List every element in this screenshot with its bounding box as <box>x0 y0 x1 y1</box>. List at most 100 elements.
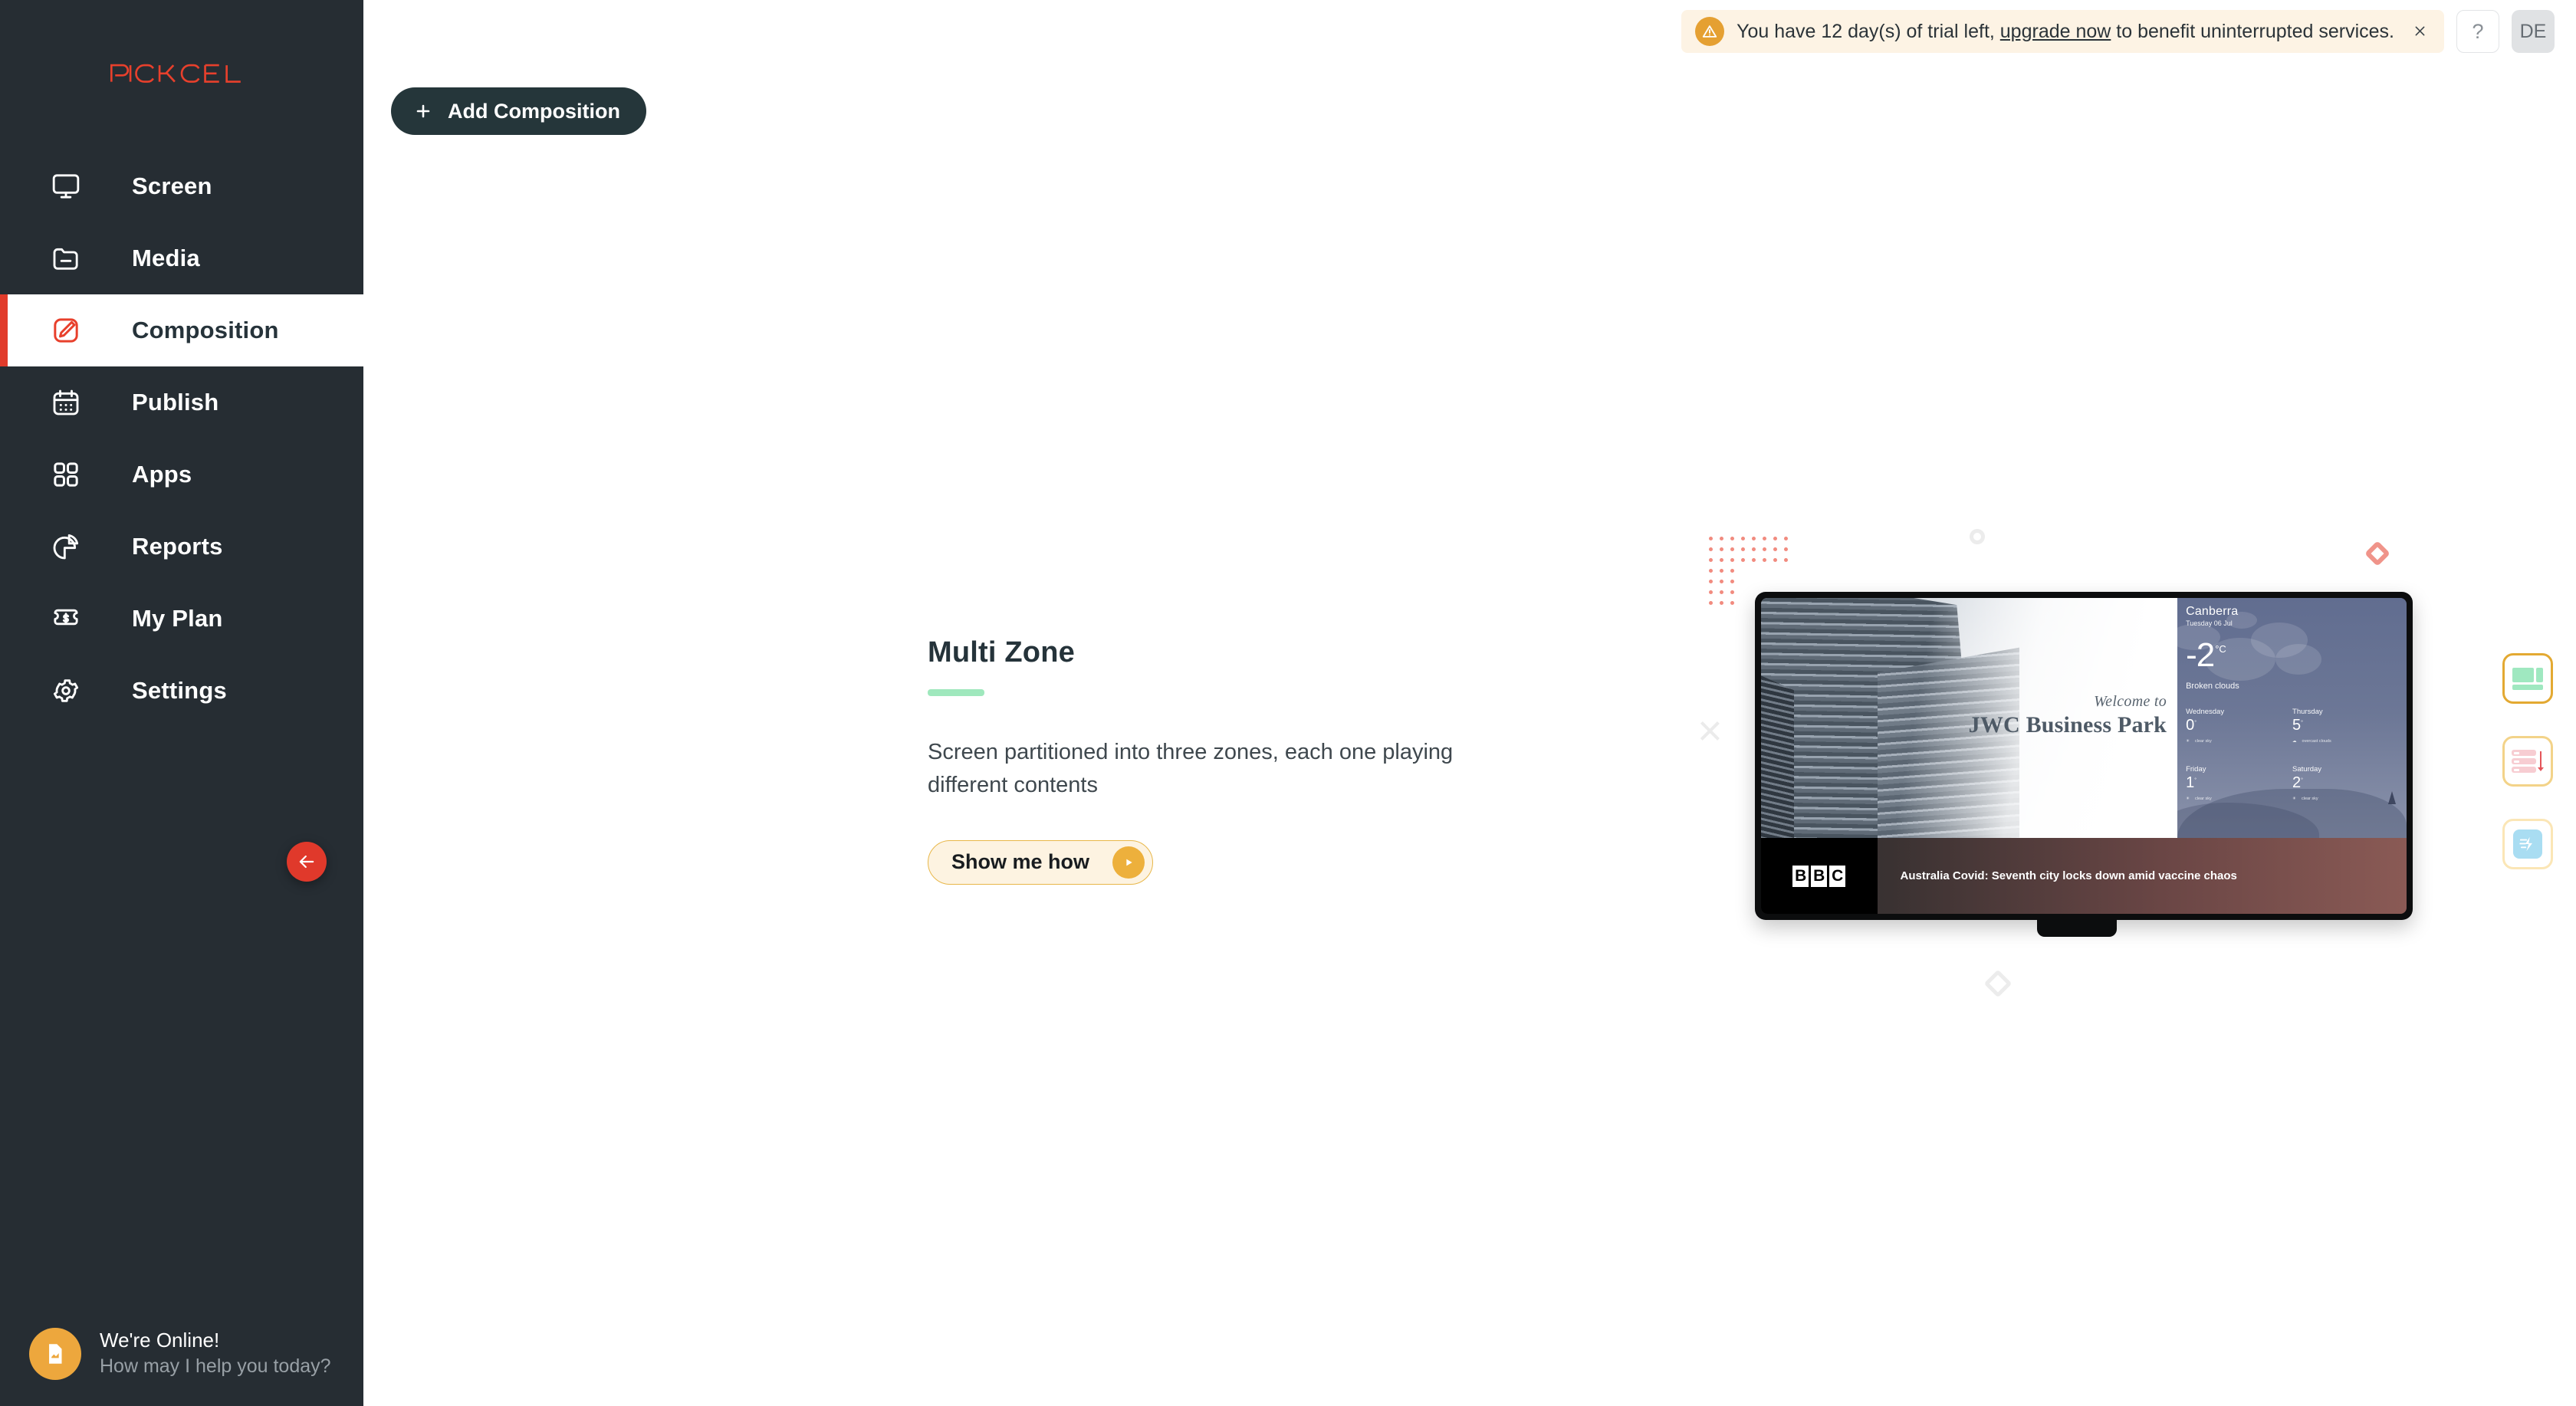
quick-publish-icon-button[interactable] <box>2502 819 2553 869</box>
avatar[interactable]: DE <box>2512 10 2555 53</box>
weather-current-temp: -2 °C <box>2186 636 2399 674</box>
add-composition-button[interactable]: Add Composition <box>391 87 646 135</box>
warning-triangle-icon <box>1695 17 1725 46</box>
edit-pencil-icon <box>44 309 87 352</box>
play-icon <box>1112 846 1145 879</box>
playlist-icon <box>2512 748 2544 774</box>
venue-name: JWC Business Park <box>1968 711 2167 737</box>
plus-icon <box>416 104 430 118</box>
sidebar-item-label: Settings <box>132 677 227 704</box>
sun-icon: ☀ <box>2186 797 2190 802</box>
weather-city: Canberra <box>2186 605 2239 618</box>
sidebar-item-label: My Plan <box>132 605 223 632</box>
welcome-text-block: Welcome to JWC Business Park <box>1969 693 2167 738</box>
pie-chart-icon <box>44 525 87 568</box>
show-me-how-label: Show me how <box>951 850 1090 874</box>
sidebar-collapse-button[interactable] <box>287 842 327 882</box>
welcome-line: Welcome to <box>2094 692 2167 710</box>
playlist-icon-button[interactable] <box>2502 736 2553 787</box>
weather-temperature: -2 <box>2186 636 2215 674</box>
chat-document-icon <box>29 1327 81 1380</box>
chat-widget[interactable]: We're Online! How may I help you today? <box>0 1327 363 1380</box>
forecast-temp: 2° <box>2292 774 2303 792</box>
pickcel-logo-icon <box>110 64 241 83</box>
forecast-desc: ☀ clear sky <box>2186 797 2212 802</box>
forecast-day: Friday <box>2186 765 2206 774</box>
chat-title: We're Online! <box>100 1329 220 1352</box>
show-me-how-button[interactable]: Show me how <box>928 839 1154 885</box>
sidebar-item-settings[interactable]: Settings <box>0 655 363 727</box>
sidebar-item-apps[interactable]: Apps <box>0 439 363 511</box>
decor-x-mark: × <box>1697 706 1723 754</box>
gear-icon <box>44 669 87 712</box>
cloud-icon: ☁ <box>2292 739 2297 744</box>
sidebar-item-label: Media <box>132 245 200 271</box>
folder-icon <box>44 237 87 280</box>
bbc-letter: B <box>1792 865 1809 887</box>
trial-text-before: You have 12 day(s) of trial left, <box>1737 20 2000 42</box>
close-icon <box>2415 26 2425 36</box>
sidebar-item-media[interactable]: Media <box>0 222 363 294</box>
monitor-icon <box>44 165 87 208</box>
sidebar: Screen Media Composition Publish Apps Re… <box>0 0 363 1406</box>
trial-banner-text: You have 12 day(s) of trial left, upgrad… <box>1737 21 2394 43</box>
topbar: You have 12 day(s) of trial left, upgrad… <box>1681 0 2576 63</box>
forecast-temp: 0° <box>2186 717 2197 734</box>
sun-icon: ☀ <box>2186 739 2190 744</box>
quick-publish-icon <box>2513 829 2542 859</box>
hero-description: Screen partitioned into three zones, eac… <box>928 740 1454 797</box>
multizone-icon <box>2512 667 2543 690</box>
title-underline <box>928 689 984 696</box>
sidebar-nav: Screen Media Composition Publish Apps Re… <box>0 150 363 727</box>
forecast-item: Saturday 2° ☀ clear sky <box>2292 765 2399 801</box>
tv-screen: Welcome to JWC Business Park Canberra Tu… <box>1761 598 2407 914</box>
trial-banner: You have 12 day(s) of trial left, upgrad… <box>1681 10 2444 53</box>
sidebar-item-composition[interactable]: Composition <box>0 294 363 366</box>
brand-logo[interactable] <box>0 0 363 146</box>
sidebar-item-my-plan[interactable]: My Plan <box>0 583 363 655</box>
grid-apps-icon <box>44 453 87 496</box>
upgrade-now-link[interactable]: upgrade now <box>2000 21 2111 42</box>
ticker-headline: Australia Covid: Seventh city locks down… <box>1900 869 2237 882</box>
preview-stage: × Welcome to JWC Business Park Canberra … <box>1694 521 2460 998</box>
banner-close-button[interactable] <box>2410 21 2430 42</box>
sidebar-item-screen[interactable]: Screen <box>0 150 363 222</box>
help-button[interactable]: ? <box>2456 10 2499 53</box>
main-content: You have 12 day(s) of trial left, upgrad… <box>363 0 2576 1406</box>
preview-zone-ticker: B B C Australia Covid: Seventh city lock… <box>1761 838 2407 914</box>
sidebar-item-label: Reports <box>132 533 223 560</box>
forecast-item: Friday 1° ☀ clear sky <box>2186 765 2292 801</box>
forecast-day: Saturday <box>2292 765 2322 774</box>
feature-buttons <box>2502 653 2553 869</box>
sidebar-item-label: Composition <box>132 317 279 343</box>
bbc-letter: B <box>1811 865 1828 887</box>
trial-text-after: to benefit uninterrupted services. <box>2111 20 2394 42</box>
forecast-desc: ☁ overcast clouds <box>2292 739 2331 744</box>
weather-forecast-grid: Wednesday 0° ☀ clear sky Thursday 5° ☁ ove… <box>2186 708 2399 801</box>
tv-mockup: Welcome to JWC Business Park Canberra Tu… <box>1755 592 2413 920</box>
weather-condition: Broken clouds <box>2186 682 2239 692</box>
tv-stand <box>2037 920 2117 937</box>
forecast-temp: 5° <box>2292 717 2303 734</box>
forecast-item: Thursday 5° ☁ overcast clouds <box>2292 708 2399 744</box>
decor-diamond-gray <box>1983 969 2013 998</box>
app-root: Screen Media Composition Publish Apps Re… <box>0 0 2576 1406</box>
sidebar-item-publish[interactable]: Publish <box>0 366 363 439</box>
forecast-desc: ☀ clear sky <box>2292 797 2318 802</box>
page-title: Multi Zone <box>928 636 1075 669</box>
calendar-icon <box>44 381 87 424</box>
forecast-day: Thursday <box>2292 708 2323 717</box>
forecast-day: Wednesday <box>2186 708 2225 717</box>
sidebar-item-label: Screen <box>132 172 212 199</box>
weather-unit: °C <box>2215 643 2226 655</box>
forecast-item: Wednesday 0° ☀ clear sky <box>2186 708 2292 744</box>
sidebar-item-reports[interactable]: Reports <box>0 511 363 583</box>
hero-copy: Multi Zone Screen partitioned into three… <box>928 636 1464 885</box>
chat-subtitle: How may I help you today? <box>100 1355 331 1378</box>
bbc-letter: C <box>1829 865 1846 887</box>
multizone-icon-button[interactable] <box>2502 653 2553 704</box>
forecast-temp: 1° <box>2186 774 2197 792</box>
weather-date: Tuesday 06 Jul <box>2186 619 2233 627</box>
sidebar-item-label: Apps <box>132 461 192 488</box>
preview-zone-weather: Canberra Tuesday 06 Jul -2 °C Broken clo… <box>2177 598 2407 839</box>
